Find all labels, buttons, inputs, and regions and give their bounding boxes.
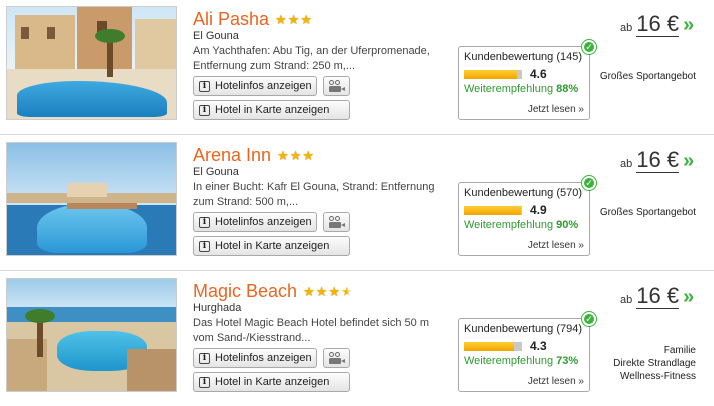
- video-button[interactable]: [323, 212, 350, 232]
- video-button[interactable]: [323, 76, 350, 96]
- info-icon: i: [199, 240, 210, 252]
- hotel-description: Das Hotel Magic Beach Hotel befindet sic…: [193, 317, 430, 344]
- price[interactable]: ab 16 € »: [620, 148, 694, 178]
- rating-score: 4.3: [530, 339, 547, 353]
- show-on-map-button-label: Hotel in Karte anzeigen: [215, 240, 330, 252]
- recommendation-rate: Weiterempfehlung 88%: [464, 83, 579, 95]
- hotel-photo[interactable]: [6, 6, 177, 120]
- hotel-location: El Gouna: [193, 30, 239, 42]
- half-star-icon: ★: [341, 283, 353, 299]
- star-icon: ★: [315, 283, 328, 299]
- price[interactable]: ab 16 € »: [620, 12, 694, 42]
- rating-count-label: Kundenbewertung (570): [464, 187, 583, 199]
- price[interactable]: ab 16 € »: [620, 284, 694, 314]
- rating-score: 4.6: [530, 67, 547, 81]
- info-icon: i: [199, 80, 210, 92]
- hotel-location: Hurghada: [193, 302, 242, 314]
- divider: [0, 134, 714, 135]
- price-prefix: ab: [620, 22, 633, 34]
- hotel-name[interactable]: Ali Pasha: [193, 9, 269, 30]
- read-reviews-link[interactable]: Jetzt lesen »: [528, 240, 584, 251]
- info-icon: i: [199, 104, 210, 116]
- rating-bar: [464, 69, 522, 79]
- divider: [0, 270, 714, 271]
- show-on-map-button[interactable]: i Hotel in Karte anzeigen: [193, 372, 350, 392]
- customer-rating-box: ✓ Kundenbewertung (794) 4.3 Weiterempfeh…: [458, 312, 596, 392]
- recommendation-rate: Weiterempfehlung 90%: [464, 219, 579, 231]
- star-rating: ★ ★ ★: [277, 149, 315, 162]
- hotel-card: Arena Inn ★ ★ ★ El Gouna In einer Bucht:…: [0, 136, 714, 272]
- price-prefix: ab: [620, 294, 633, 306]
- rating-score: 4.9: [530, 203, 547, 217]
- price-amount[interactable]: 16 €: [636, 148, 680, 173]
- star-icon: ★: [275, 11, 287, 27]
- price-amount[interactable]: 16 €: [636, 284, 680, 309]
- video-button[interactable]: [323, 348, 350, 368]
- recommendation-rate: Weiterempfehlung 73%: [464, 355, 579, 367]
- show-on-map-button-label: Hotel in Karte anzeigen: [215, 376, 330, 388]
- hotel-description: In einer Bucht: Kafr El Gouna, Strand: E…: [193, 181, 435, 208]
- feature-list: Großes Sportangebot: [600, 70, 696, 83]
- feature-item: Großes Sportangebot: [599, 207, 696, 218]
- rating-count-label: Kundenbewertung (145): [464, 51, 583, 63]
- hotel-info-button-label: Hotelinfos anzeigen: [215, 216, 312, 228]
- feature-item: Großes Sportangebot: [599, 71, 696, 82]
- star-rating: ★ ★ ★ ★: [303, 285, 354, 298]
- check-badge-icon: ✓: [582, 176, 596, 190]
- hotel-description: Am Yachthafen: Abu Tig, an der Uferprome…: [193, 45, 430, 72]
- hotel-info-button[interactable]: i Hotelinfos anzeigen: [193, 76, 317, 96]
- star-rating: ★ ★ ★: [275, 13, 313, 26]
- star-icon: ★: [328, 283, 341, 299]
- feature-list: Großes Sportangebot: [600, 206, 696, 219]
- info-icon: i: [199, 216, 210, 228]
- hotel-name[interactable]: Arena Inn: [193, 145, 271, 166]
- star-icon: ★: [302, 147, 315, 163]
- show-on-map-button[interactable]: i Hotel in Karte anzeigen: [193, 236, 350, 256]
- feature-item: Direkte Strandlage: [613, 358, 696, 369]
- star-icon: ★: [287, 11, 300, 27]
- video-camera-icon: [328, 79, 345, 93]
- star-icon: ★: [303, 283, 315, 299]
- hotel-info-button-label: Hotelinfos anzeigen: [215, 352, 312, 364]
- info-icon: i: [199, 352, 210, 364]
- hotel-photo[interactable]: [6, 278, 177, 392]
- feature-list: Familie Direkte Strandlage Wellness-Fitn…: [613, 344, 696, 383]
- star-icon: ★: [289, 147, 302, 163]
- show-on-map-button[interactable]: i Hotel in Karte anzeigen: [193, 100, 350, 120]
- read-reviews-link[interactable]: Jetzt lesen »: [528, 104, 584, 115]
- price-amount[interactable]: 16 €: [636, 12, 680, 37]
- check-badge-icon: ✓: [582, 40, 596, 54]
- read-reviews-link[interactable]: Jetzt lesen »: [528, 376, 584, 387]
- double-chevron-right-icon[interactable]: »: [683, 286, 694, 309]
- double-chevron-right-icon[interactable]: »: [683, 150, 694, 173]
- hotel-photo[interactable]: [6, 142, 177, 256]
- feature-item: Familie: [663, 345, 696, 356]
- hotel-name[interactable]: Magic Beach: [193, 281, 297, 302]
- hotel-card: Magic Beach ★ ★ ★ ★ Hurghada Das Hotel M…: [0, 272, 714, 406]
- check-badge-icon: ✓: [582, 312, 596, 326]
- info-icon: i: [199, 376, 210, 388]
- customer-rating-box: ✓ Kundenbewertung (570) 4.9 Weiterempfeh…: [458, 176, 596, 256]
- star-icon: ★: [300, 11, 313, 27]
- show-on-map-button-label: Hotel in Karte anzeigen: [215, 104, 330, 116]
- double-chevron-right-icon[interactable]: »: [683, 14, 694, 37]
- video-camera-icon: [328, 215, 345, 229]
- rating-bar: [464, 205, 522, 215]
- customer-rating-box: ✓ Kundenbewertung (145) 4.6 Weiterempfeh…: [458, 40, 596, 120]
- price-prefix: ab: [620, 158, 633, 170]
- rating-count-label: Kundenbewertung (794): [464, 323, 583, 335]
- hotel-info-button[interactable]: i Hotelinfos anzeigen: [193, 348, 317, 368]
- hotel-location: El Gouna: [193, 166, 239, 178]
- hotel-result-list: Ali Pasha ★ ★ ★ El Gouna Am Yachthafen: …: [0, 0, 714, 406]
- star-icon: ★: [277, 147, 289, 163]
- hotel-card: Ali Pasha ★ ★ ★ El Gouna Am Yachthafen: …: [0, 0, 714, 136]
- hotel-info-button-label: Hotelinfos anzeigen: [215, 80, 312, 92]
- rating-bar: [464, 341, 522, 351]
- feature-item: Wellness-Fitness: [620, 371, 696, 382]
- hotel-info-button[interactable]: i Hotelinfos anzeigen: [193, 212, 317, 232]
- video-camera-icon: [328, 351, 345, 365]
